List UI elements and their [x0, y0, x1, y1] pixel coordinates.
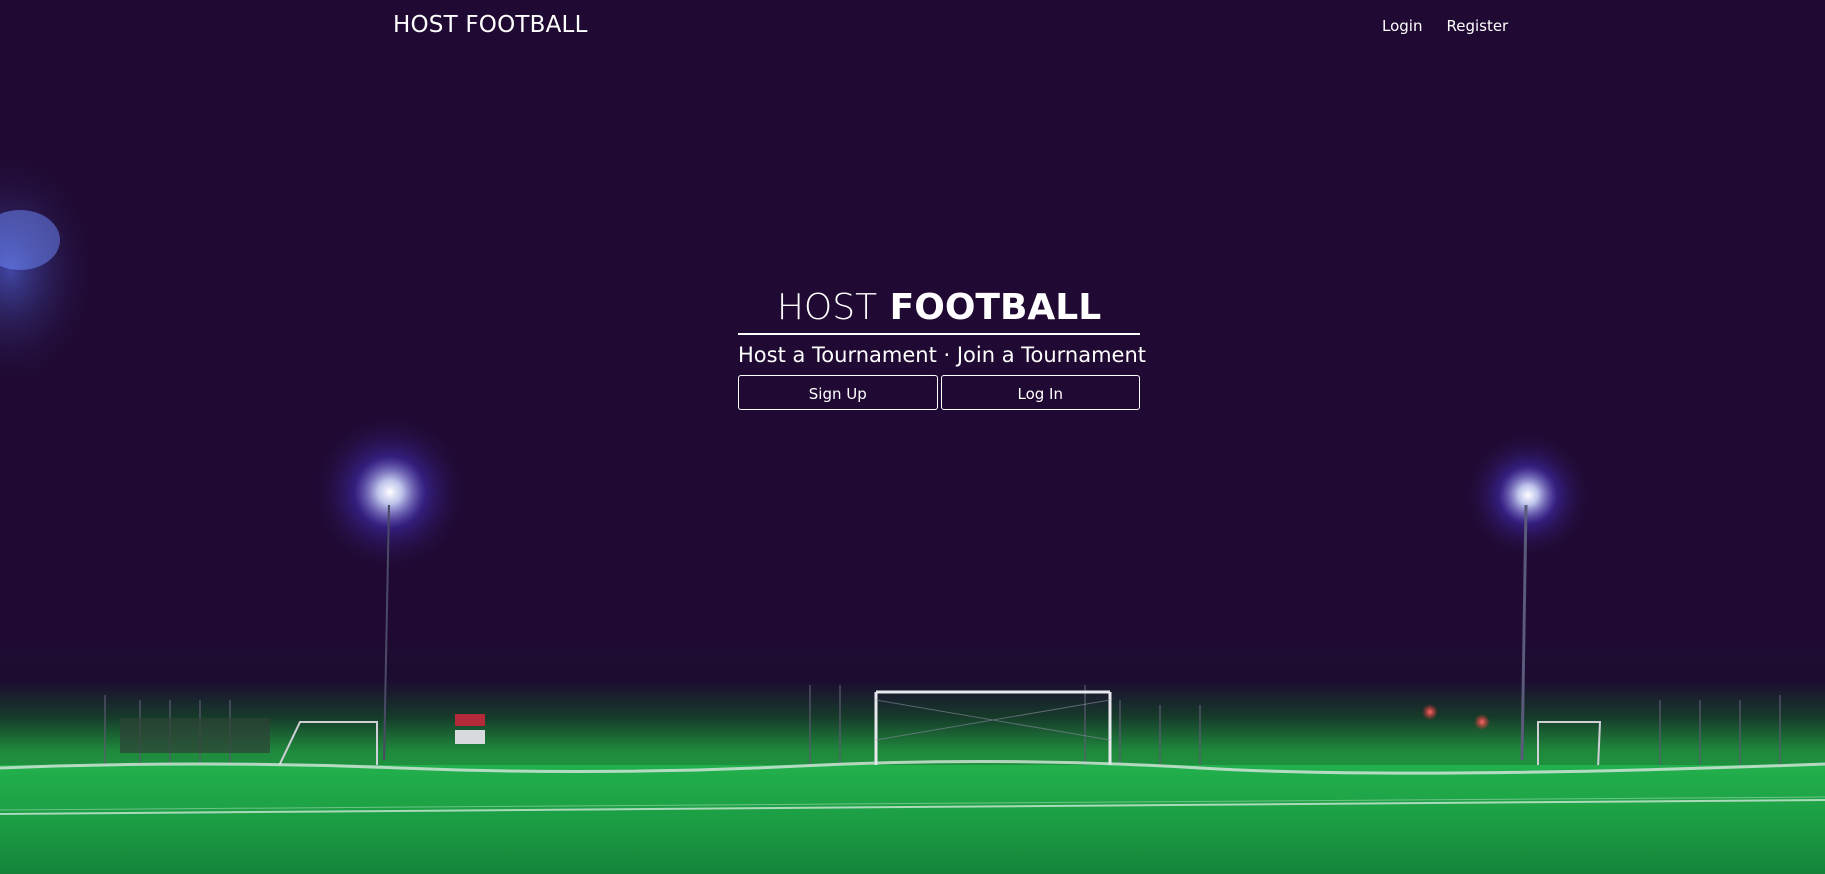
page: HOST FOOTBALL Login Register HOST FOOTBA… [0, 0, 1825, 874]
nav-register-link[interactable]: Register [1434, 17, 1520, 35]
nav-links: Login Register [1370, 17, 1520, 35]
hero-buttons: Sign Up Log In [738, 375, 1140, 410]
nav-login-link[interactable]: Login [1370, 17, 1434, 35]
stadium-background-image [0, 150, 1825, 874]
hero-title: HOST FOOTBALL [738, 284, 1140, 332]
hero-divider [738, 333, 1140, 335]
navbar: HOST FOOTBALL Login Register [0, 0, 1825, 54]
hero-title-light: HOST [776, 287, 878, 328]
hero-title-bold: FOOTBALL [889, 287, 1102, 328]
sign-up-button[interactable]: Sign Up [738, 375, 938, 410]
brand-logo-link[interactable]: HOST FOOTBALL [393, 12, 588, 38]
hero-section: HOST FOOTBALL Host a Tournament · Join a… [738, 284, 1147, 410]
log-in-button[interactable]: Log In [940, 375, 1140, 410]
hero-subtitle: Host a Tournament · Join a Tournament [738, 343, 1147, 367]
